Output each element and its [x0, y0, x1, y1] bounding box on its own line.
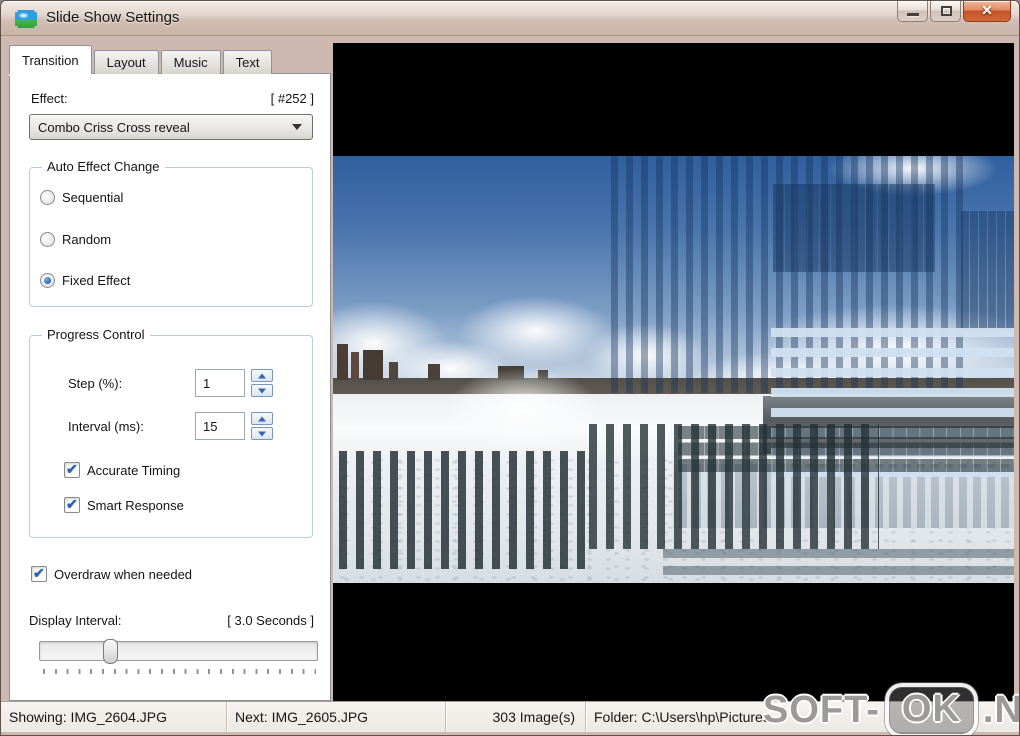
maximize-icon	[941, 6, 952, 16]
tab-layout-label: Layout	[107, 55, 146, 70]
effect-index-label: [ #252 ]	[271, 91, 314, 106]
tab-layout[interactable]: Layout	[94, 50, 159, 74]
transition-effect-dark-bars	[339, 451, 589, 569]
status-image-count: 303 Image(s)	[446, 702, 586, 732]
radio-random-circle[interactable]	[40, 232, 55, 247]
accurate-timing-checkbox[interactable]	[64, 462, 80, 478]
transition-effect-square-grid	[961, 211, 1014, 331]
smart-response-checkbox-row[interactable]: Smart Response	[64, 497, 184, 513]
slideshow-preview	[333, 43, 1014, 701]
soft-ok-net-watermark: SOFT- OK .NET	[763, 683, 1020, 736]
photo-building	[428, 364, 440, 380]
chevron-down-icon	[292, 124, 302, 130]
photo-building	[337, 344, 348, 380]
close-button[interactable]: ✕	[963, 1, 1011, 22]
overdraw-checkbox-row[interactable]: Overdraw when needed	[31, 566, 192, 582]
step-spin-up-button[interactable]	[251, 369, 273, 382]
tab-text[interactable]: Text	[223, 50, 273, 74]
status-next: Next: IMG_2605.JPG	[227, 702, 446, 732]
minimize-icon	[907, 13, 919, 16]
interval-spin-up-button[interactable]	[251, 412, 273, 425]
progress-control-title: Progress Control	[42, 327, 150, 342]
watermark-right: .NET	[983, 689, 1020, 732]
watermark-ok-badge: OK	[885, 683, 978, 736]
tab-music-label: Music	[174, 55, 208, 70]
photo-building	[389, 362, 398, 380]
effect-label: Effect:	[31, 91, 68, 106]
titlebar[interactable]: Slide Show Settings ✕	[1, 1, 1019, 36]
radio-fixed-effect-label: Fixed Effect	[62, 273, 130, 288]
radio-sequential-circle[interactable]	[40, 190, 55, 205]
tab-transition-label: Transition	[22, 53, 79, 68]
interval-value: 15	[203, 419, 217, 434]
step-label: Step (%):	[68, 376, 122, 391]
step-value: 1	[203, 376, 210, 391]
progress-control-group: Progress Control Step (%): 1 Interval (m…	[29, 335, 313, 538]
step-spinner	[251, 369, 273, 397]
transition-tab-panel: Effect: [ #252 ] Combo Criss Cross revea…	[9, 73, 331, 701]
tab-strip: Transition Layout Music Text	[9, 45, 274, 74]
window-title: Slide Show Settings	[46, 9, 179, 26]
radio-fixed-effect[interactable]: Fixed Effect	[40, 273, 130, 288]
overdraw-label: Overdraw when needed	[54, 567, 192, 582]
effect-dropdown-value: Combo Criss Cross reveal	[30, 120, 292, 135]
transition-effect-square-grid	[773, 184, 935, 272]
picture-landscape-icon	[15, 10, 37, 28]
interval-spin-down-button[interactable]	[251, 427, 273, 440]
photo-building	[351, 352, 359, 380]
interval-input[interactable]: 15	[195, 412, 245, 440]
tab-music[interactable]: Music	[161, 50, 221, 74]
auto-effect-change-title: Auto Effect Change	[42, 159, 165, 174]
tab-text-label: Text	[236, 55, 260, 70]
transition-effect-checker-row	[678, 426, 1014, 472]
minimize-button[interactable]	[897, 1, 928, 22]
slider-ticks	[43, 669, 316, 674]
photo-building	[363, 350, 383, 380]
display-interval-slider-thumb[interactable]	[103, 639, 118, 664]
accurate-timing-checkbox-row[interactable]: Accurate Timing	[64, 462, 180, 478]
radio-fixed-effect-circle[interactable]	[40, 273, 55, 288]
overdraw-checkbox[interactable]	[31, 566, 47, 582]
tab-transition[interactable]: Transition	[9, 45, 92, 74]
radio-sequential[interactable]: Sequential	[40, 190, 123, 205]
watermark-left: SOFT-	[763, 689, 880, 732]
transition-effect-square-row	[663, 549, 1014, 575]
effect-dropdown[interactable]: Combo Criss Cross reveal	[29, 114, 313, 140]
status-showing: Showing: IMG_2604.JPG	[1, 702, 227, 732]
smart-response-label: Smart Response	[87, 498, 184, 513]
close-icon: ✕	[964, 2, 1010, 19]
preview-photo	[333, 156, 1014, 583]
radio-random-label: Random	[62, 232, 111, 247]
interval-spinner	[251, 412, 273, 440]
radio-sequential-label: Sequential	[62, 190, 123, 205]
window-controls: ✕	[895, 1, 1011, 22]
display-interval-slider[interactable]	[39, 641, 318, 661]
accurate-timing-label: Accurate Timing	[87, 463, 180, 478]
maximize-button[interactable]	[930, 1, 961, 22]
step-input[interactable]: 1	[195, 369, 245, 397]
smart-response-checkbox[interactable]	[64, 497, 80, 513]
photo-mist	[448, 368, 598, 448]
slide-show-settings-window: Slide Show Settings ✕ Transition Layout …	[0, 0, 1020, 736]
display-interval-label: Display Interval:	[29, 613, 121, 628]
interval-label: Interval (ms):	[68, 419, 144, 434]
display-interval-value: [ 3.0 Seconds ]	[227, 613, 314, 628]
radio-random[interactable]: Random	[40, 232, 111, 247]
auto-effect-change-group: Auto Effect Change Sequential Random Fix…	[29, 167, 313, 307]
step-spin-down-button[interactable]	[251, 384, 273, 397]
